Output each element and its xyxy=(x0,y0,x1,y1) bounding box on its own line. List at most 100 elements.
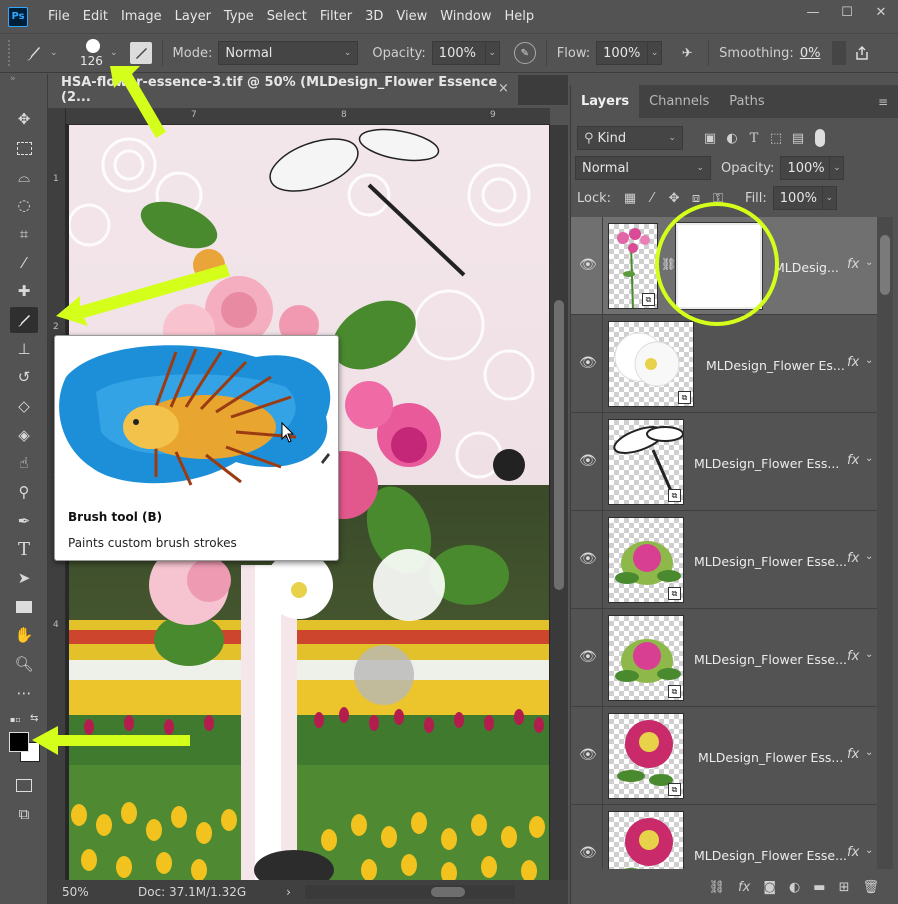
visibility-eye-icon[interactable]: 👁︎ xyxy=(579,355,597,371)
opacity-slider-toggle[interactable]: ⌄ xyxy=(485,41,500,65)
new-layer-icon[interactable]: ⊞ xyxy=(839,880,850,895)
filter-shape-icon[interactable]: ⬚ xyxy=(765,131,787,146)
visibility-eye-icon[interactable]: 👁︎ xyxy=(579,551,597,567)
layers-scrollbar[interactable] xyxy=(877,217,893,869)
chevron-down-icon[interactable]: ⌄ xyxy=(865,845,873,856)
filter-toggle[interactable] xyxy=(815,129,825,147)
opacity-input[interactable]: 100% xyxy=(431,41,486,65)
paint-bucket-tool[interactable]: ◈ xyxy=(10,422,38,448)
menu-select[interactable]: Select xyxy=(267,9,307,24)
edit-toolbar-button[interactable]: ⋯ xyxy=(10,680,38,706)
visibility-eye-icon[interactable]: 👁︎ xyxy=(579,257,597,273)
menu-filter[interactable]: Filter xyxy=(320,9,352,24)
menu-view[interactable]: View xyxy=(396,9,427,24)
close-document-button[interactable]: × xyxy=(498,81,509,96)
layer-opacity-slider-toggle[interactable]: ⌄ xyxy=(830,156,845,180)
type-tool[interactable]: T xyxy=(10,536,38,562)
filter-type-icon[interactable]: T xyxy=(743,131,765,146)
new-group-icon[interactable]: ▬ xyxy=(813,880,825,895)
zoom-tool[interactable]: 🔍︎ xyxy=(10,651,38,677)
swap-colors-icon[interactable]: ⇆ xyxy=(30,713,38,724)
filter-adjustment-icon[interactable]: ◐ xyxy=(721,131,743,146)
visibility-eye-icon[interactable]: 👁︎ xyxy=(579,747,597,763)
smoothing-options[interactable] xyxy=(831,41,846,65)
chevron-down-icon[interactable]: ⌄ xyxy=(865,551,873,562)
canvas-vertical-scrollbar[interactable] xyxy=(550,125,568,880)
layer-effects-icon[interactable]: fx xyxy=(847,551,859,566)
layer-name[interactable]: MLDesign_Flower Es... xyxy=(706,358,845,373)
menu-image[interactable]: Image xyxy=(121,9,162,24)
layer-name[interactable]: MLDesign_Flower Ess... xyxy=(698,750,843,765)
layer-effects-icon[interactable]: fx xyxy=(847,257,859,272)
layer-row[interactable]: 👁︎ ⧉ MLDesign_Flower Esse... fx ⌄ xyxy=(571,805,877,869)
flow-slider-toggle[interactable]: ⌄ xyxy=(648,41,663,65)
fill-input[interactable]: 100% xyxy=(772,186,823,210)
quick-mask-button[interactable] xyxy=(10,772,38,798)
airbrush-toggle[interactable]: ✈ xyxy=(676,42,698,64)
layer-row[interactable]: 👁︎ ⧉ MLDesign_Flower Es... fx ⌄ xyxy=(571,315,877,413)
eyedropper-tool[interactable]: ⁄ xyxy=(10,250,38,276)
brush-tool[interactable] xyxy=(10,307,38,333)
smoothing-input[interactable]: 0% xyxy=(800,46,828,61)
lock-position-icon[interactable]: ✥ xyxy=(663,191,685,206)
layer-name[interactable]: MLDesign_Flower Esse... xyxy=(694,848,847,863)
healing-brush-tool[interactable]: ✚ xyxy=(10,278,38,304)
layer-row[interactable]: 👁︎ ⧉ MLDesign_Flower Ess... fx ⌄ xyxy=(571,413,877,511)
layer-effects-icon[interactable]: fx xyxy=(847,845,859,860)
layer-name[interactable]: MLDesign_Flower Esse... xyxy=(694,554,847,569)
eraser-tool[interactable]: ◇ xyxy=(10,393,38,419)
clone-stamp-tool[interactable]: ⊥ xyxy=(10,336,38,362)
menu-3d[interactable]: 3D xyxy=(365,9,383,24)
flow-input[interactable]: 100% xyxy=(596,41,649,65)
layer-name[interactable]: MLDesig... xyxy=(774,260,839,275)
blend-mode-select[interactable]: Normal ⌄ xyxy=(575,156,711,180)
layer-row[interactable]: 👁︎ ⧉ MLDesign_Flower Esse... fx ⌄ xyxy=(571,511,877,609)
add-layer-style-icon[interactable]: fx xyxy=(738,880,750,895)
history-brush-tool[interactable]: ↺ xyxy=(10,364,38,390)
share-button[interactable] xyxy=(850,41,874,65)
tab-channels[interactable]: Channels xyxy=(639,85,719,118)
brush-size-picker[interactable]: 126 xyxy=(72,35,116,71)
menu-type[interactable]: Type xyxy=(224,9,254,24)
tab-layers[interactable]: Layers xyxy=(571,85,640,118)
foreground-color-swatch[interactable] xyxy=(9,732,29,752)
chevron-down-icon[interactable]: ⌄ xyxy=(865,747,873,758)
menu-edit[interactable]: Edit xyxy=(83,9,108,24)
delete-layer-icon[interactable]: 🗑︎ xyxy=(862,880,879,895)
scrollbar-thumb[interactable] xyxy=(554,300,564,590)
screen-mode-button[interactable]: ⧉ xyxy=(10,801,38,827)
menu-layer[interactable]: Layer xyxy=(175,9,211,24)
chevron-down-icon[interactable]: ⌄ xyxy=(865,257,873,268)
move-tool[interactable]: ✥ xyxy=(10,106,38,132)
lock-artboard-icon[interactable]: ⧈ xyxy=(685,191,707,206)
layer-effects-icon[interactable]: fx xyxy=(847,453,859,468)
brush-settings-toggle[interactable] xyxy=(129,42,152,64)
pressure-opacity-toggle[interactable]: ✎ xyxy=(513,42,536,64)
filter-smart-object-icon[interactable]: ▤ xyxy=(787,131,809,146)
panel-menu-icon[interactable]: ≡ xyxy=(878,95,888,109)
zoom-level[interactable]: 50% xyxy=(62,885,122,899)
fill-slider-toggle[interactable]: ⌄ xyxy=(822,186,837,210)
chevron-down-icon[interactable]: ⌄ xyxy=(865,355,873,366)
smudge-tool[interactable]: ☝ xyxy=(10,450,38,476)
chevron-down-icon[interactable]: ⌄ xyxy=(865,453,873,464)
mask-link-icon[interactable]: ⛓ xyxy=(661,257,676,271)
menu-help[interactable]: Help xyxy=(505,9,535,24)
minimize-button[interactable]: — xyxy=(796,0,830,24)
layer-mask-thumbnail[interactable] xyxy=(675,222,763,310)
scrollbar-thumb[interactable] xyxy=(430,887,465,897)
dodge-tool[interactable]: ⚲ xyxy=(10,479,38,505)
layer-opacity-input[interactable]: 100% xyxy=(780,156,831,180)
crop-tool[interactable]: ⌗ xyxy=(10,221,38,247)
rectangle-tool[interactable] xyxy=(10,594,38,620)
layer-effects-icon[interactable]: fx xyxy=(847,747,859,762)
mode-select[interactable]: Normal ⌄ xyxy=(218,41,359,65)
layer-filter-select[interactable]: ⚲ Kind ⌄ xyxy=(577,126,683,150)
menu-window[interactable]: Window xyxy=(440,9,491,24)
lock-transparent-icon[interactable]: ▦ xyxy=(619,191,641,206)
document-tab[interactable]: HSA-flower-essence-3.tif @ 50% (MLDesign… xyxy=(48,75,518,105)
layer-name[interactable]: MLDesign_Flower Ess... xyxy=(694,456,839,471)
chevron-down-icon[interactable]: ⌄ xyxy=(865,649,873,660)
path-selection-tool[interactable]: ➤ xyxy=(10,565,38,591)
layer-effects-icon[interactable]: fx xyxy=(847,649,859,664)
